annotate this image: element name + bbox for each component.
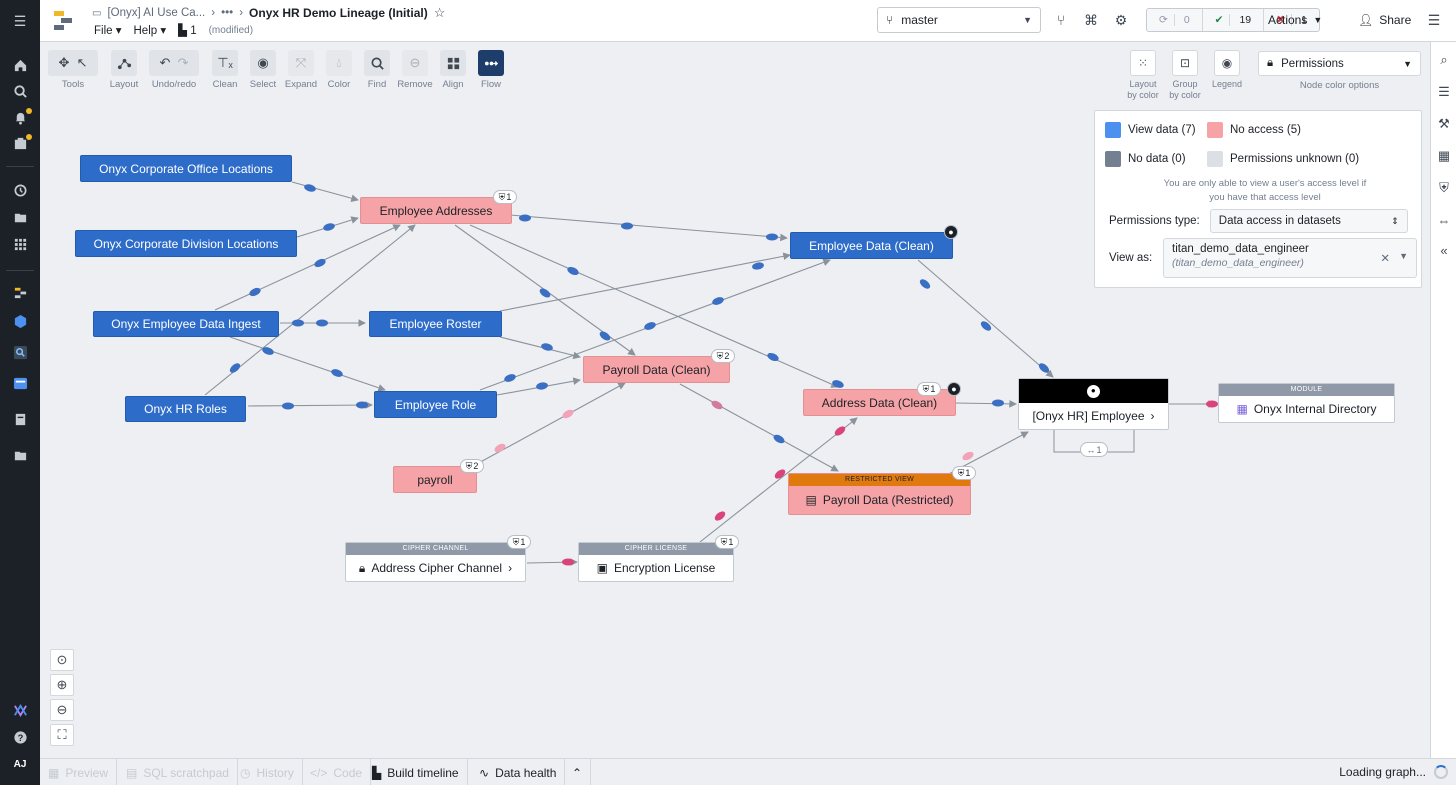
restriction-badge[interactable]: ⛨ 1 xyxy=(493,190,517,204)
node-label: Encryption License xyxy=(613,561,716,575)
node-employee-data-ingest[interactable]: Onyx Employee Data Ingest xyxy=(93,311,279,337)
license-icon: ▣ xyxy=(596,561,608,575)
restriction-badge[interactable]: ⛨ 2 xyxy=(711,349,735,363)
tab-sql-scratchpad[interactable]: ▤ SQL scratchpad xyxy=(118,759,238,785)
object-badge-icon[interactable]: ● xyxy=(947,382,961,396)
shield-icon: ⛨ xyxy=(716,350,724,361)
chevron-double-up-icon: ⌃ xyxy=(572,765,583,780)
status-text: Loading graph... xyxy=(1339,765,1426,779)
table-icon: ▦ xyxy=(48,765,60,780)
node-employee-roster[interactable]: Employee Roster xyxy=(369,311,502,337)
restriction-badge[interactable]: ⛨ 1 xyxy=(952,466,976,480)
shield-icon: ⛨ xyxy=(512,536,520,547)
history-icon: ◷ xyxy=(240,765,251,780)
lock-icon: 🔒︎ xyxy=(358,560,366,575)
person-icon: ● xyxy=(1087,384,1100,398)
tab-data-health[interactable]: ∿ Data health xyxy=(471,759,566,785)
node-label: Payroll Data (Clean) xyxy=(602,362,711,377)
object-header: ● xyxy=(1019,379,1168,403)
bottom-panel-tabs: ▦ Preview ▤ SQL scratchpad ◷ History </> Cod… xyxy=(40,758,1456,785)
restricted-view-header: RESTRICTED VIEW xyxy=(789,474,970,486)
shield-icon: ⛨ xyxy=(498,191,506,202)
node-encryption-license[interactable]: CIPHER LICENSE ▣ Encryption License ⛨ 1 xyxy=(578,535,739,582)
restriction-badge[interactable]: ⛨ 1 xyxy=(917,382,941,396)
expand-panel-button[interactable]: ⌃ xyxy=(564,759,592,785)
node-label: Onyx Internal Directory xyxy=(1253,402,1377,416)
tab-code[interactable]: </> Code xyxy=(302,759,372,785)
node-label: Address Data (Clean) xyxy=(821,395,938,410)
chevron-right-icon: › xyxy=(1150,409,1155,423)
tab-preview[interactable]: ▦ Preview xyxy=(40,759,118,785)
recenter-icon[interactable]: ⊙ xyxy=(50,649,74,671)
link-icon: ↔ xyxy=(1086,444,1096,455)
shield-icon: ⛨ xyxy=(957,467,965,478)
restriction-badge[interactable]: ⛨ 1 xyxy=(507,535,531,549)
node-hr-employee-object[interactable]: ● [Onyx HR] Employee › xyxy=(1018,378,1169,430)
node-label: [Onyx HR] Employee xyxy=(1032,409,1145,423)
node-label: Payroll Data (Restricted) xyxy=(822,493,954,507)
node-label: Address Cipher Channel xyxy=(371,561,503,575)
node-employee-data-clean[interactable]: Employee Data (Clean) ● xyxy=(790,225,958,259)
node-address-data-clean[interactable]: Address Data (Clean) ⛨ 1 ● xyxy=(803,382,961,416)
fit-screen-icon[interactable]: ⛶ xyxy=(50,724,74,746)
links-count-badge[interactable]: ↔ 1 xyxy=(1080,442,1108,457)
restriction-badge[interactable]: ⛨ 2 xyxy=(460,459,484,473)
app-window: ☰ ? AJ ▭ [Onyx] AI Use Ca... › ••• › Ony… xyxy=(0,0,1456,785)
node-payroll-data-clean[interactable]: Payroll Data (Clean) ⛨ 2 xyxy=(583,349,735,383)
module-header: MODULE xyxy=(1219,384,1394,396)
node-address-cipher-channel[interactable]: CIPHER CHANNEL 🔒︎ Address Cipher Channel ›… xyxy=(345,535,531,582)
node-hr-roles[interactable]: Onyx HR Roles xyxy=(125,396,246,422)
code-icon: </> xyxy=(310,765,328,780)
shield-icon: ⛨ xyxy=(922,383,930,394)
node-payroll[interactable]: payroll ⛨ 2 xyxy=(393,459,484,493)
zoom-out-icon[interactable]: ⊖ xyxy=(50,699,74,721)
zoom-in-icon[interactable]: ⊕ xyxy=(50,674,74,696)
node-label: Employee Addresses xyxy=(379,203,493,218)
sql-icon: ▤ xyxy=(126,765,138,780)
tab-build-timeline[interactable]: ▙ Build timeline xyxy=(364,759,468,785)
node-label: payroll xyxy=(417,472,453,487)
node-payroll-data-restricted[interactable]: RESTRICTED VIEW ▤ Payroll Data (Restricte… xyxy=(788,466,976,515)
shield-icon: ⛨ xyxy=(465,460,473,471)
module-icon: ▦ xyxy=(1236,402,1248,416)
node-corp-office-locations[interactable]: Onyx Corporate Office Locations xyxy=(80,155,292,182)
restricted-view-icon: ▤ xyxy=(805,493,817,507)
node-employee-role[interactable]: Employee Role xyxy=(374,391,497,418)
node-corp-division-locations[interactable]: Onyx Corporate Division Locations xyxy=(75,230,297,257)
pulse-icon: ∿ xyxy=(479,765,490,780)
timeline-icon: ▙ xyxy=(372,765,382,780)
cipher-channel-header: CIPHER CHANNEL xyxy=(346,543,525,555)
node-employee-addresses[interactable]: Employee Addresses ⛨ 1 xyxy=(360,190,517,224)
shield-icon: ⛨ xyxy=(720,536,728,547)
restriction-badge[interactable]: ⛨ 1 xyxy=(715,535,739,549)
loading-spinner-icon xyxy=(1434,765,1448,779)
tab-history[interactable]: ◷ History xyxy=(232,759,303,785)
node-label: Employee Data (Clean) xyxy=(809,238,934,253)
node-onyx-internal-directory[interactable]: MODULE ▦ Onyx Internal Directory xyxy=(1218,383,1395,423)
chevron-right-icon: › xyxy=(508,561,513,575)
cipher-license-header: CIPHER LICENSE xyxy=(579,543,733,555)
object-badge-icon[interactable]: ● xyxy=(944,225,958,239)
